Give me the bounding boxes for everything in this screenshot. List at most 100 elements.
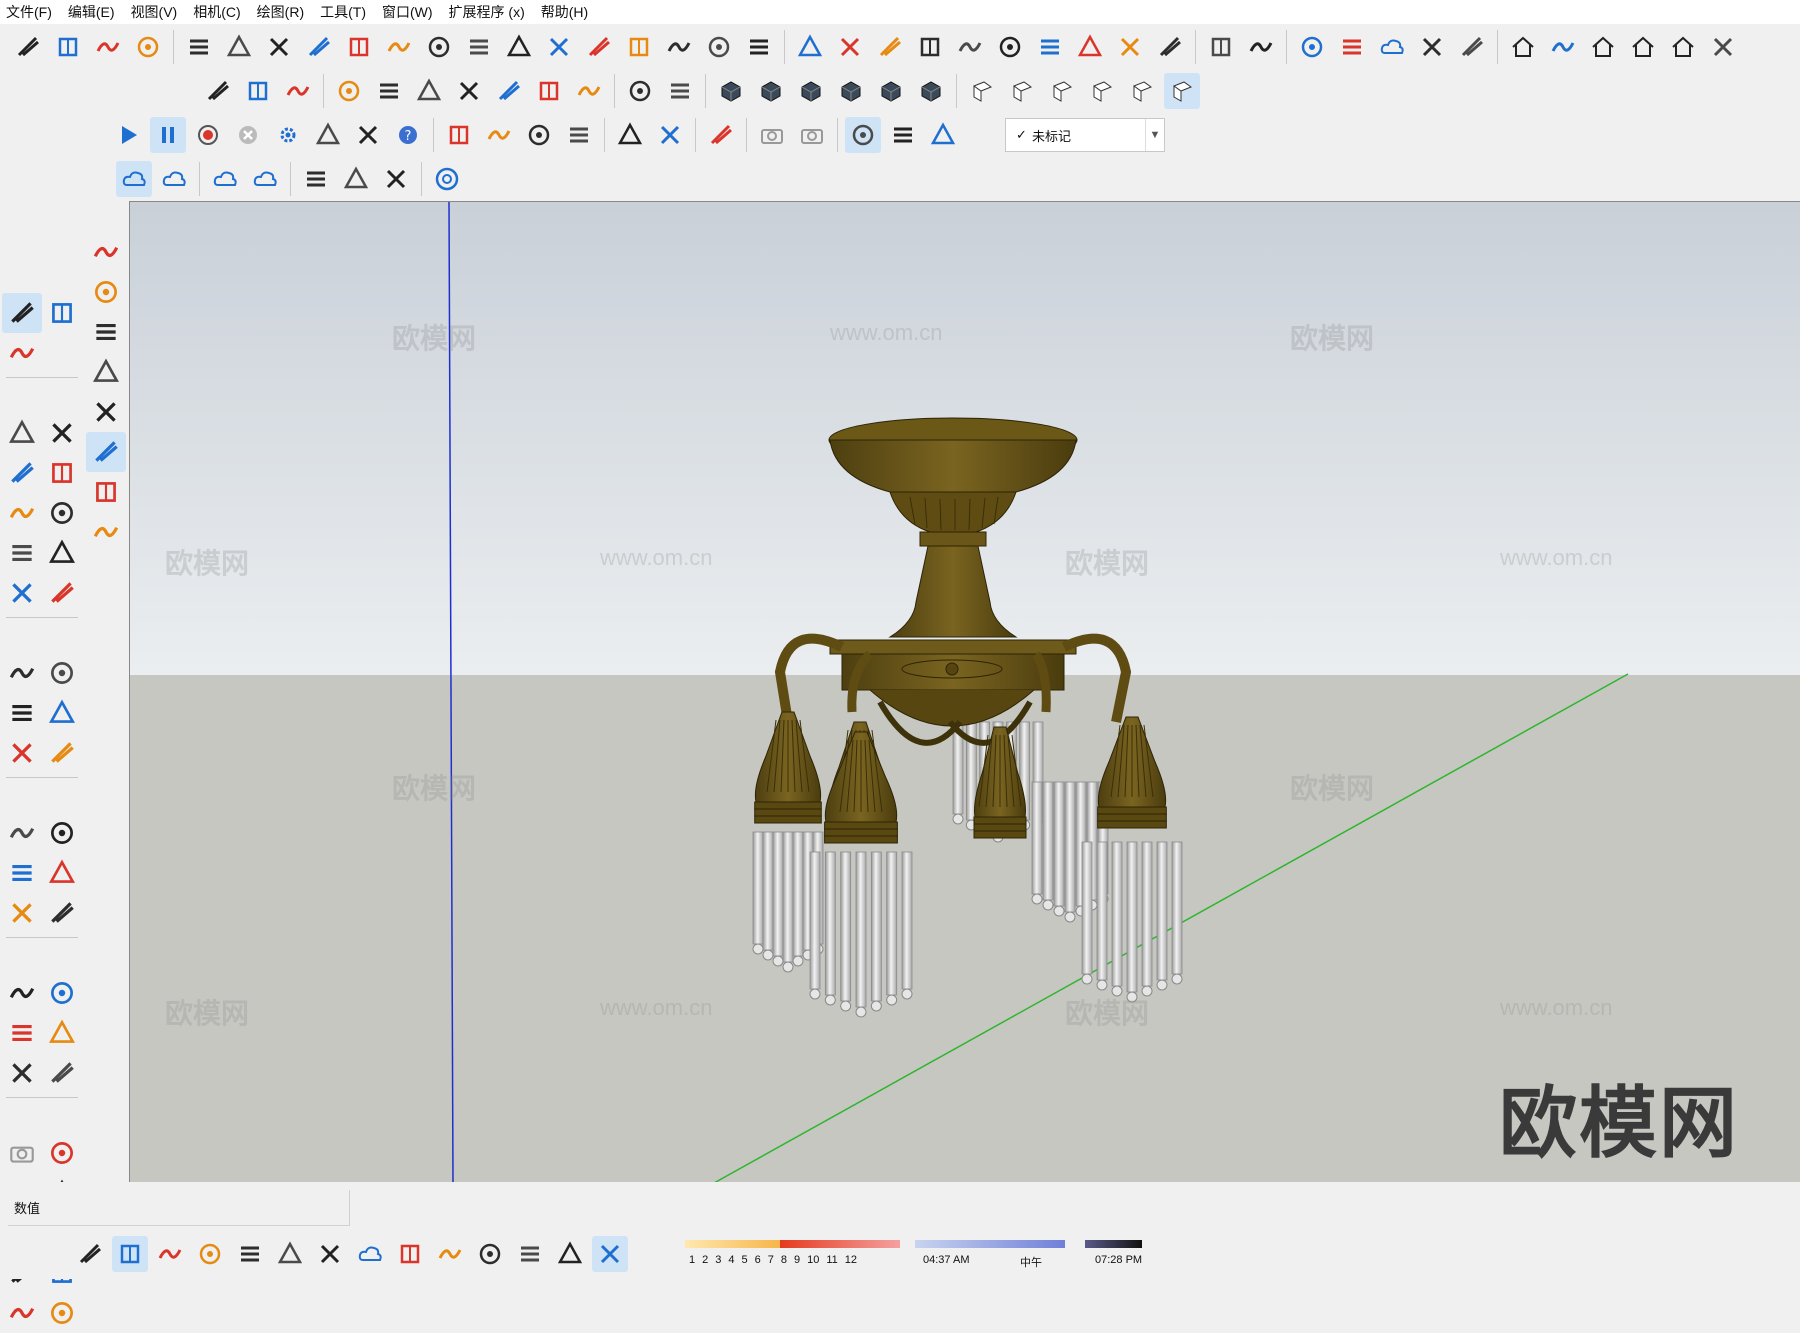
plugin-icon[interactable] bbox=[652, 117, 688, 153]
rotate-dim-icon[interactable] bbox=[703, 117, 739, 153]
protractor-icon[interactable] bbox=[2, 853, 42, 893]
tag-cycle-icon[interactable] bbox=[845, 117, 881, 153]
solar-icon[interactable] bbox=[872, 29, 908, 65]
face-a-icon[interactable] bbox=[964, 73, 1000, 109]
menu-camera[interactable]: 相机(C) bbox=[185, 0, 248, 24]
path-icon[interactable] bbox=[261, 29, 297, 65]
solid-d-icon[interactable] bbox=[833, 73, 869, 109]
eraser-icon[interactable] bbox=[86, 512, 126, 552]
wedge-icon[interactable] bbox=[331, 73, 367, 109]
pencil-icon[interactable] bbox=[2, 413, 42, 453]
grid-dots-icon[interactable] bbox=[1032, 29, 1068, 65]
download-icon[interactable] bbox=[86, 232, 126, 272]
frame-icon[interactable] bbox=[298, 161, 334, 197]
position-camera-icon[interactable] bbox=[2, 1133, 42, 1173]
orange-arrow-icon[interactable] bbox=[86, 272, 126, 312]
stairs-icon[interactable] bbox=[10, 29, 46, 65]
select-icon[interactable] bbox=[86, 432, 126, 472]
cone-icon[interactable] bbox=[481, 117, 517, 153]
arc-icon[interactable] bbox=[2, 533, 42, 573]
face-f-icon[interactable] bbox=[1164, 73, 1200, 109]
solid-a-icon[interactable] bbox=[713, 73, 749, 109]
cloud-list-icon[interactable] bbox=[247, 161, 283, 197]
shadow-icon[interactable] bbox=[592, 1236, 628, 1272]
chrome-icon[interactable] bbox=[429, 161, 465, 197]
broom-icon[interactable] bbox=[1152, 29, 1188, 65]
settings-icon[interactable] bbox=[392, 1236, 428, 1272]
move-icon[interactable] bbox=[2, 653, 42, 693]
hub-icon[interactable] bbox=[301, 29, 337, 65]
cube-outline-icon[interactable] bbox=[925, 117, 961, 153]
line-icon[interactable] bbox=[521, 117, 557, 153]
dimension-icon[interactable] bbox=[240, 73, 276, 109]
face-c-icon[interactable] bbox=[1044, 73, 1080, 109]
cloud-share-icon[interactable] bbox=[156, 161, 192, 197]
axes-icon[interactable] bbox=[2, 893, 42, 933]
cabinet-icon[interactable] bbox=[1705, 29, 1741, 65]
zoom-window-icon[interactable] bbox=[42, 1013, 82, 1053]
rotated-rect-icon[interactable] bbox=[42, 453, 82, 493]
menu-window[interactable]: 窗口(W) bbox=[374, 0, 441, 24]
menu-draw[interactable]: 绘图(R) bbox=[249, 0, 312, 24]
previous-view-icon[interactable] bbox=[42, 1053, 82, 1093]
sel-b-icon[interactable] bbox=[662, 73, 698, 109]
checkbox-icon[interactable] bbox=[1334, 29, 1370, 65]
info-icon[interactable] bbox=[472, 1236, 508, 1272]
building-icon[interactable] bbox=[621, 29, 657, 65]
folder-up-icon[interactable] bbox=[1294, 29, 1330, 65]
face-b-icon[interactable] bbox=[1004, 73, 1040, 109]
film-dim-icon[interactable] bbox=[350, 117, 386, 153]
sandbox-c-icon[interactable] bbox=[2, 1293, 42, 1333]
menu-edit[interactable]: 编辑(E) bbox=[60, 0, 123, 24]
sel-a-icon[interactable] bbox=[622, 73, 658, 109]
house-outline-icon[interactable] bbox=[1665, 29, 1701, 65]
cylinder-icon[interactable] bbox=[411, 73, 447, 109]
molecule-icon[interactable] bbox=[338, 161, 374, 197]
cloud-upload-icon[interactable] bbox=[352, 1236, 388, 1272]
orbit-icon[interactable] bbox=[2, 973, 42, 1013]
pie-icon[interactable] bbox=[42, 533, 82, 573]
cloud-check-icon[interactable] bbox=[207, 161, 243, 197]
stop-icon[interactable] bbox=[230, 117, 266, 153]
eraser-icon[interactable] bbox=[2, 333, 42, 373]
camera-video-icon[interactable] bbox=[754, 117, 790, 153]
component-a-icon[interactable] bbox=[1203, 29, 1239, 65]
flip-icon[interactable] bbox=[661, 29, 697, 65]
menu-file[interactable]: 文件(F) bbox=[0, 0, 60, 24]
align-icon[interactable] bbox=[221, 29, 257, 65]
look-around-icon[interactable] bbox=[42, 1133, 82, 1173]
play-icon[interactable] bbox=[110, 117, 146, 153]
credits-icon[interactable] bbox=[72, 1236, 108, 1272]
chat-icon[interactable] bbox=[432, 1236, 468, 1272]
menu-help[interactable]: 帮助(H) bbox=[533, 0, 596, 24]
measurements-box[interactable]: 数值 bbox=[8, 1190, 350, 1226]
component-icon[interactable] bbox=[86, 472, 126, 512]
box-export-icon[interactable] bbox=[1414, 29, 1450, 65]
offset-icon[interactable] bbox=[42, 733, 82, 773]
shadow-settings[interactable]: 1 2 3 4 5 6 7 8 9 10 11 12 04:37 AM 中午 07:28 PM bbox=[685, 1236, 1145, 1274]
arch-icon[interactable] bbox=[341, 29, 377, 65]
follow-me-icon[interactable] bbox=[42, 693, 82, 733]
chart-icon[interactable] bbox=[272, 1236, 308, 1272]
flower-icon[interactable] bbox=[885, 117, 921, 153]
chain-icon[interactable] bbox=[741, 29, 777, 65]
ramp-icon[interactable] bbox=[90, 29, 126, 65]
3d-text-icon[interactable] bbox=[42, 893, 82, 933]
bar-chart-icon[interactable] bbox=[130, 29, 166, 65]
square-icon[interactable] bbox=[561, 117, 597, 153]
checker-icon[interactable] bbox=[312, 1236, 348, 1272]
wardrobe-icon[interactable] bbox=[1545, 29, 1581, 65]
pipe-icon[interactable] bbox=[501, 29, 537, 65]
component-b-icon[interactable] bbox=[1243, 29, 1279, 65]
sections-icon[interactable] bbox=[181, 29, 217, 65]
text-icon[interactable] bbox=[42, 853, 82, 893]
extrude-icon[interactable] bbox=[491, 73, 527, 109]
solid-b-icon[interactable] bbox=[753, 73, 789, 109]
door-frame-icon[interactable] bbox=[50, 29, 86, 65]
slab-icon[interactable] bbox=[461, 29, 497, 65]
transfer-icon[interactable] bbox=[152, 1236, 188, 1272]
pan-icon[interactable] bbox=[42, 973, 82, 1013]
arc-handle-icon[interactable] bbox=[701, 29, 737, 65]
home-3d-icon[interactable] bbox=[1505, 29, 1541, 65]
model-viewport[interactable]: 欧模网 www.om.cn 欧模网 欧模网 www.om.cn 欧模网 www.… bbox=[129, 201, 1800, 1183]
